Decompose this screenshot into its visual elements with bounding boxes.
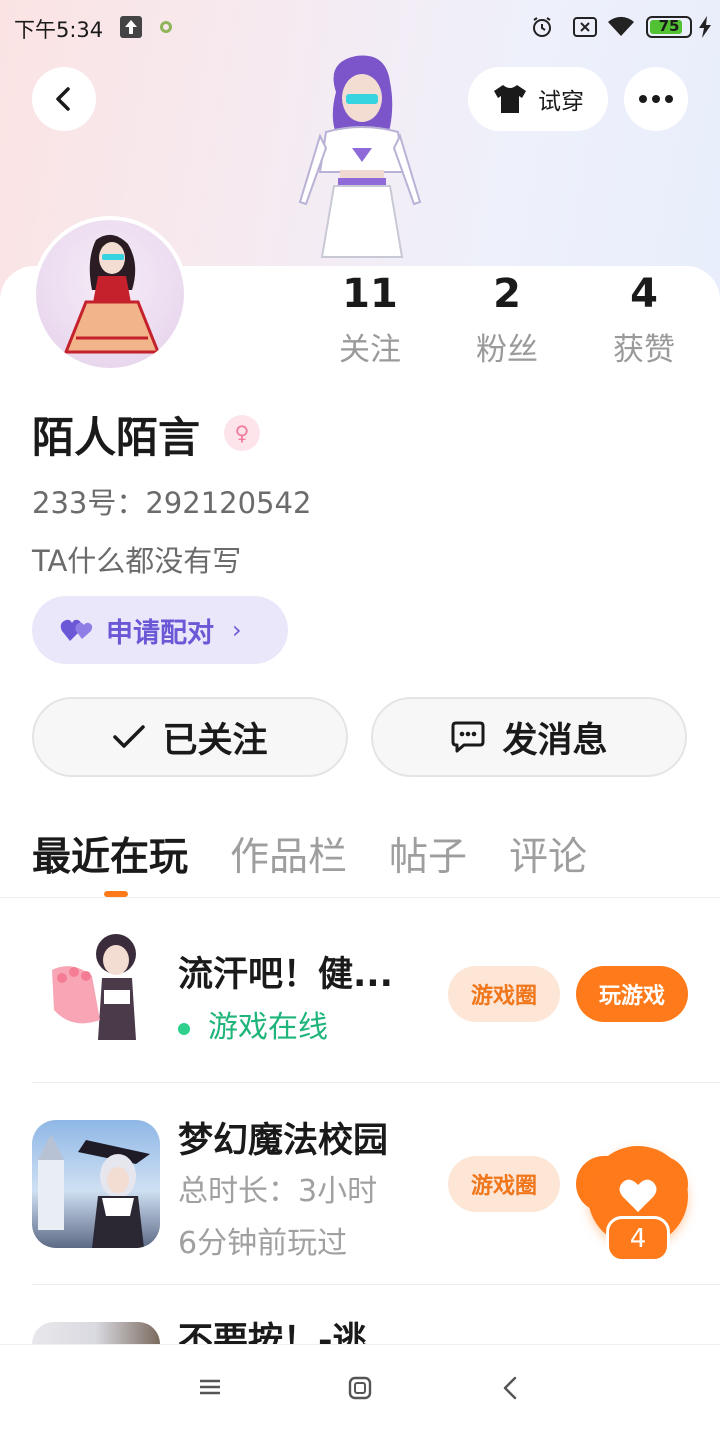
floating-like-count: 4 — [606, 1216, 670, 1262]
charging-icon — [699, 16, 711, 38]
game-circle-button[interactable]: 游戏圈 — [448, 966, 560, 1022]
try-on-button[interactable]: 试穿 — [468, 67, 608, 131]
try-on-label: 试穿 — [538, 89, 584, 115]
tab-comments[interactable]: 评论 — [509, 826, 587, 882]
no-sim-icon — [573, 17, 597, 37]
system-nav-bar — [0, 1344, 720, 1440]
stat-fans-value: 2 — [493, 271, 521, 317]
back-nav-icon[interactable] — [500, 1375, 520, 1401]
chevron-left-icon — [56, 87, 70, 111]
tab-recently-playing[interactable]: 最近在玩 — [32, 826, 188, 882]
send-message-label: 发消息 — [502, 720, 608, 761]
chevron-right-icon: › — [232, 616, 242, 644]
online-dot-icon — [178, 1022, 190, 1035]
chat-bubble-icon — [451, 721, 485, 753]
stat-following[interactable]: 11 关注 — [310, 270, 430, 369]
row-divider — [32, 1082, 720, 1083]
avatar[interactable] — [32, 216, 188, 372]
more-dots-icon — [639, 95, 673, 103]
game-status: 游戏在线 — [178, 1002, 328, 1046]
stat-likes-value: 4 — [630, 271, 658, 317]
heart-icon — [619, 1179, 657, 1212]
shirt-icon — [494, 85, 526, 113]
battery-indicator: 75 — [646, 16, 692, 38]
status-time: 下午5:34 — [14, 18, 104, 42]
stat-following-label: 关注 — [339, 332, 401, 368]
stat-likes-label: 获赞 — [613, 332, 675, 368]
game-thumbnail — [32, 1120, 160, 1248]
stat-following-value: 11 — [342, 271, 398, 317]
tabs-divider — [0, 897, 720, 898]
game-title: 流汗吧！健... — [178, 955, 393, 995]
home-icon[interactable] — [347, 1375, 373, 1401]
game-title: 不要按！-逃 — [178, 1321, 368, 1344]
game-total-duration: 总时长：3小时 — [178, 1174, 378, 1209]
apply-pair-label: 申请配对 — [106, 617, 214, 649]
stat-fans[interactable]: 2 粉丝 — [447, 270, 567, 369]
game-thumbnail — [32, 930, 160, 1058]
back-button[interactable] — [32, 67, 96, 131]
row-divider — [32, 1284, 720, 1285]
game-online-text: 游戏在线 — [208, 1010, 328, 1045]
game-last-played: 6分钟前玩过 — [178, 1226, 348, 1261]
menu-icon[interactable] — [198, 1375, 222, 1399]
profile-tabs: 最近在玩 作品栏 帖子 评论 — [32, 826, 587, 882]
upload-icon — [120, 16, 142, 38]
stat-fans-label: 粉丝 — [476, 332, 538, 368]
more-options-button[interactable] — [624, 67, 688, 131]
status-bar: 下午5:34 75 — [0, 0, 720, 56]
username: 陌人陌言 — [32, 413, 201, 462]
apply-pair-button[interactable]: 申请配对 › — [32, 596, 288, 664]
game-circle-button[interactable]: 游戏圈 — [448, 1156, 560, 1212]
tab-posts[interactable]: 帖子 — [389, 826, 467, 882]
followed-button[interactable]: 已关注 — [32, 697, 348, 777]
avatar-image — [36, 220, 184, 368]
stat-likes[interactable]: 4 获赞 — [584, 270, 704, 369]
game-title: 梦幻魔法校园 — [178, 1121, 389, 1161]
user-id: 233号：292120542 — [32, 486, 312, 520]
play-game-button[interactable]: 玩游戏 — [576, 966, 688, 1022]
battery-level: 75 — [658, 17, 680, 35]
check-icon — [113, 725, 146, 748]
female-gender-icon: ♀ — [224, 415, 260, 451]
wifi-icon — [608, 16, 634, 36]
double-heart-icon — [60, 619, 93, 641]
user-bio: TA什么都没有写 — [32, 544, 242, 578]
send-message-button[interactable]: 发消息 — [371, 697, 687, 777]
alarm-icon — [533, 17, 551, 37]
game-thumbnail — [32, 1322, 160, 1344]
followed-label: 已关注 — [162, 720, 268, 761]
avatar-character-figure — [298, 55, 422, 258]
location-icon — [160, 21, 172, 33]
tab-works[interactable]: 作品栏 — [230, 826, 347, 882]
